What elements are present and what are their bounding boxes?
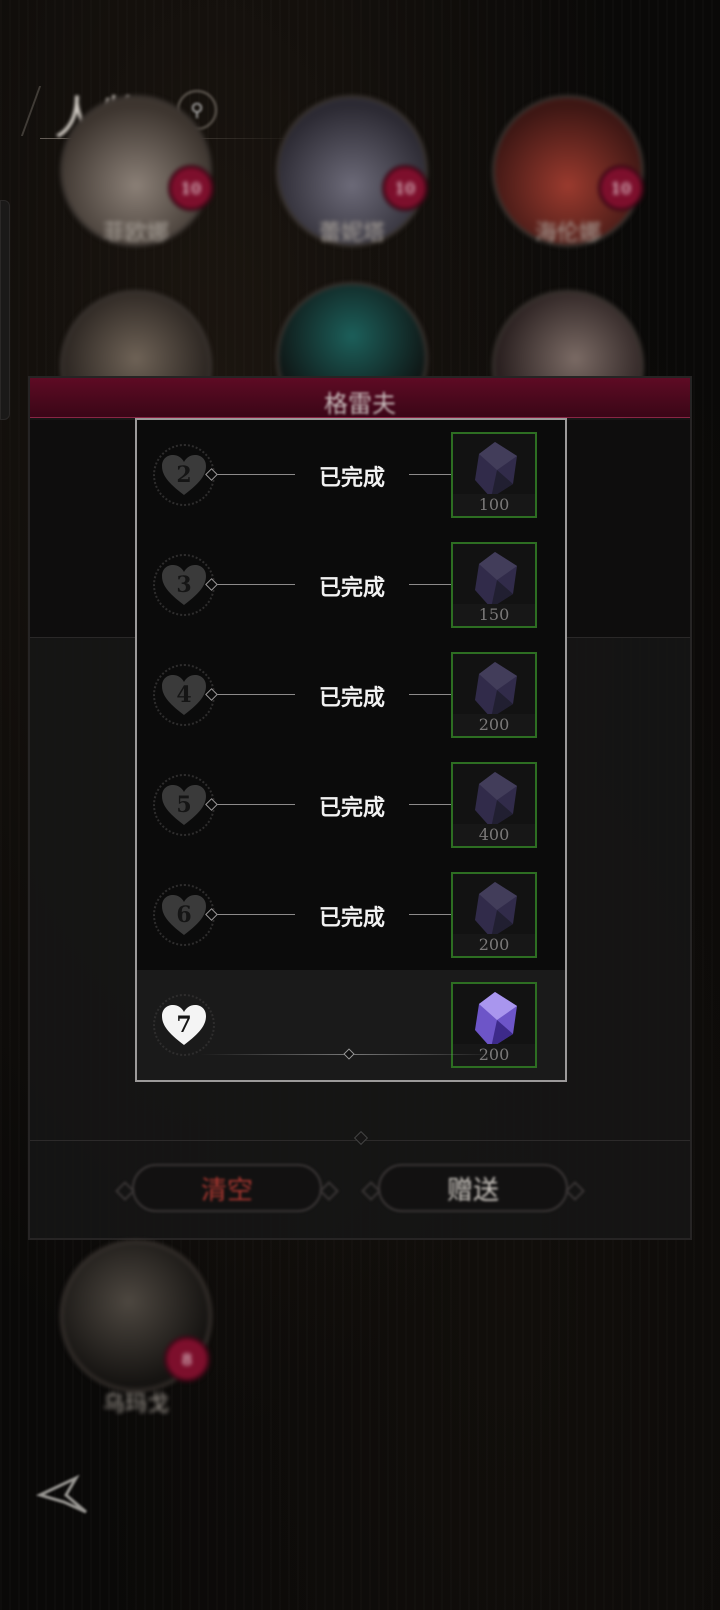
reward-row[interactable]: 4 已完成 200 xyxy=(137,640,565,752)
reward-status: 已完成 xyxy=(318,686,385,711)
side-tab[interactable] xyxy=(0,200,10,420)
reward-amount: 200 xyxy=(453,934,535,956)
reward-row[interactable]: 6 已完成 200 xyxy=(137,860,565,972)
connector-line xyxy=(211,474,295,475)
reward-row[interactable]: 5 已完成 400 xyxy=(137,750,565,862)
crystal-icon xyxy=(475,442,517,498)
character-card[interactable]: 10 蕾妮塔 xyxy=(272,95,432,247)
reward-item[interactable]: 200 xyxy=(451,872,537,958)
character-name: 海伦娜 xyxy=(534,221,601,246)
reward-amount: 400 xyxy=(453,824,535,846)
heart-level-badge: 10 xyxy=(168,165,214,211)
heart-level-badge: 10 xyxy=(382,165,428,211)
clear-button[interactable]: 清空 xyxy=(132,1164,322,1212)
crystal-icon xyxy=(475,992,517,1048)
dialog-character-name: 格雷夫 xyxy=(324,390,396,418)
character-card[interactable]: 8 乌玛戈 xyxy=(56,1240,216,1417)
divider-ornament xyxy=(353,1130,369,1146)
heart-level-badge: 8 xyxy=(164,1336,210,1382)
character-card[interactable]: 10 菲欧娜 xyxy=(56,95,216,247)
character-name: 乌玛戈 xyxy=(102,1392,169,1417)
connector-line xyxy=(211,694,295,695)
crystal-icon xyxy=(475,552,517,608)
reward-row[interactable]: 7 200 xyxy=(137,970,565,1080)
list-bottom-ornament xyxy=(200,1048,500,1060)
reward-status: 已完成 xyxy=(318,796,385,821)
reward-status: 已完成 xyxy=(318,466,385,491)
reward-item[interactable]: 400 xyxy=(451,762,537,848)
crystal-icon xyxy=(475,882,517,938)
reward-item[interactable]: 100 xyxy=(451,432,537,518)
reward-item[interactable]: 200 xyxy=(451,652,537,738)
game-screen: 人物 ⚲ 10 菲欧娜 10 蕾妮塔 10 海伦娜 格雷夫 清空 赠送 xyxy=(0,0,720,1610)
reward-amount: 100 xyxy=(453,494,535,516)
reward-row[interactable]: 3 已完成 150 xyxy=(137,530,565,642)
reward-amount: 200 xyxy=(453,714,535,736)
connector-line xyxy=(211,584,295,585)
give-button[interactable]: 赠送 xyxy=(378,1164,568,1212)
connector-line xyxy=(211,804,295,805)
reward-status: 已完成 xyxy=(318,576,385,601)
heart-level-badge: 10 xyxy=(598,165,644,211)
crystal-icon xyxy=(475,662,517,718)
character-name: 菲欧娜 xyxy=(102,221,169,246)
character-card[interactable]: 10 海伦娜 xyxy=(488,95,648,247)
back-arrow-icon[interactable] xyxy=(36,1472,92,1518)
affection-rewards-list[interactable]: 2 已完成 100 3 已完成 150 4 已完成 200 5 已完成 400 6 已完成 200 7 200 xyxy=(135,418,567,1082)
character-name: 蕾妮塔 xyxy=(318,221,385,246)
dialog-title-bar: 格雷夫 xyxy=(30,378,690,418)
heart-level-number: 7 xyxy=(176,1012,192,1038)
reward-row[interactable]: 2 已完成 100 xyxy=(137,420,565,532)
crystal-icon xyxy=(475,772,517,828)
reward-item[interactable]: 150 xyxy=(451,542,537,628)
connector-line xyxy=(211,914,295,915)
heart-level-icon: 7 xyxy=(153,994,215,1056)
reward-status: 已完成 xyxy=(318,906,385,931)
reward-amount: 150 xyxy=(453,604,535,626)
